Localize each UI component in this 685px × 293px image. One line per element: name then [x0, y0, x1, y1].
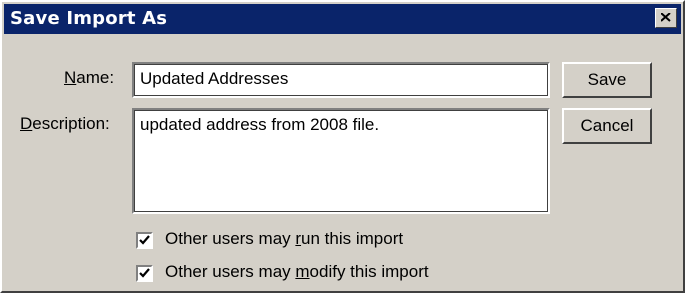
description-field[interactable]: updated address from 2008 file.	[132, 108, 550, 214]
save-button[interactable]: Save	[562, 62, 652, 98]
title-bar[interactable]: Save Import As	[4, 4, 681, 34]
name-label: Name:	[64, 68, 114, 88]
description-field-value: updated address from 2008 file.	[140, 115, 380, 134]
checkmark-icon	[139, 268, 150, 278]
cancel-button[interactable]: Cancel	[562, 108, 652, 144]
run-import-checkbox[interactable]	[136, 232, 153, 249]
description-label-mnemonic: D	[20, 114, 33, 133]
run-import-label[interactable]: Other users may run this import	[165, 229, 403, 249]
checkmark-icon	[139, 235, 150, 245]
close-icon	[661, 13, 671, 22]
name-field-value: Updated Addresses	[140, 69, 289, 88]
close-button[interactable]	[655, 8, 677, 28]
dialog-title: Save Import As	[10, 8, 168, 29]
modify-import-label[interactable]: Other users may modify this import	[165, 262, 429, 282]
save-import-dialog: Save Import As Name: Updated Addresses D…	[0, 0, 685, 293]
name-field[interactable]: Updated Addresses	[132, 62, 550, 98]
name-label-mnemonic: N	[64, 68, 77, 87]
description-label: Description:	[20, 114, 110, 134]
description-label-text: escription:	[32, 114, 110, 133]
name-label-text: ame:	[76, 68, 115, 87]
modify-import-checkbox[interactable]	[136, 265, 153, 282]
